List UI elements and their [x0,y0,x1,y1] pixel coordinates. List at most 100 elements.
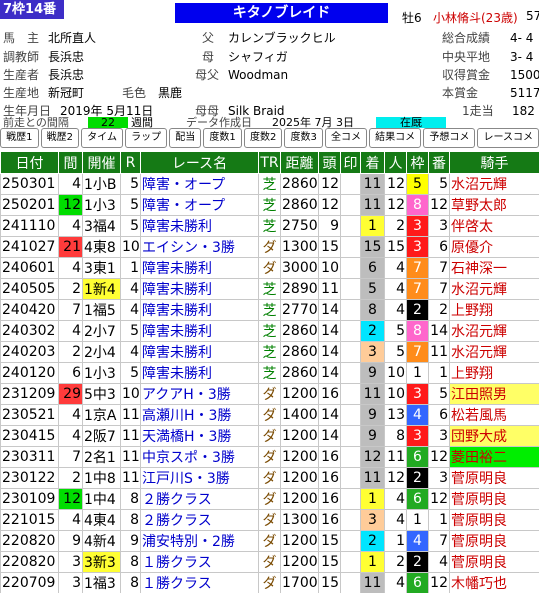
table-row[interactable]: 240505 2 1新4 4 障害未勝利芝 2890 11 5 4 7 7 水沼元輝 [0,278,539,300]
cell-jockey[interactable]: 菅原明良 [449,530,539,552]
col-header-0[interactable]: 日付 [0,151,59,174]
cell-jockey[interactable]: 伴啓太 [449,215,539,237]
coat-value: 黒鹿 [158,86,183,100]
mf-value[interactable]: Woodman [228,68,288,82]
tab-3[interactable]: ラップ [125,128,168,148]
cell-race-name[interactable]: 浦安特別・2勝 [140,530,259,552]
cell-race-name[interactable]: 高瀬川H・3勝 [140,404,259,426]
table-row[interactable]: 231209 29 5中3 10 アクアH・3勝ダ 1200 16 11 10 3 5 江田照男 [0,383,539,405]
col-header-3[interactable]: R [120,151,141,174]
tab-1[interactable]: 戦歴2 [40,128,80,148]
cell-jockey[interactable]: 原優介 [449,236,539,258]
cell-runners: 12 [318,173,341,195]
father-value[interactable]: カレンブラックヒル [228,31,336,45]
cell-race-name[interactable]: 障害未勝利 [140,320,259,342]
table-row[interactable]: 240120 6 1小3 5 障害未勝利芝 2860 14 9 10 1 1 上野翔 [0,362,539,384]
cell-jockey[interactable]: 水沼元輝 [449,320,539,342]
cell-race-name[interactable]: 障害未勝利 [140,278,259,300]
table-row[interactable]: 250201 12 1小3 5 障害・オープ芝 2860 12 11 12 8 12 草野太郎 [0,194,539,216]
tab-10[interactable]: 予想コメ [423,128,476,148]
cell-race-name[interactable]: 障害・オープ [140,194,259,216]
cell-race-name[interactable]: 天満橋H・3勝 [140,425,259,447]
col-header-6[interactable]: 距離 [280,151,319,174]
cell-race-name[interactable]: 障害未勝利 [140,362,259,384]
cell-race-name[interactable]: 中京スポ・3勝 [140,446,259,468]
table-row[interactable]: 220820 3 3新3 8 １勝クラスダ 1200 15 1 2 2 4 菅原明良 [0,551,539,573]
col-header-8[interactable]: 印 [340,151,361,174]
cell-jockey[interactable]: 水沼元輝 [449,341,539,363]
table-row[interactable]: 230415 4 2阪7 11 天満橋H・3勝ダ 1200 14 9 8 3 3 団野大成 [0,425,539,447]
table-row[interactable]: 241110 4 3福4 5 障害未勝利芝 2750 9 1 2 3 3 伴啓太 [0,215,539,237]
mother-value[interactable]: シャフィガ [228,50,288,64]
table-row[interactable]: 230521 4 1京A 11 高瀬川H・3勝ダ 1400 14 9 13 4 6 松若風馬 [0,404,539,426]
tab-11[interactable]: レースコメ [477,128,539,148]
cell-race-name[interactable]: 江戸川S・3勝 [140,467,259,489]
col-header-10[interactable]: 人 [384,151,407,174]
cell-race-name[interactable]: 障害未勝利 [140,215,259,237]
cell-race-name[interactable]: ２勝クラス [140,509,259,531]
col-header-1[interactable]: 間 [58,151,83,174]
tab-0[interactable]: 戦歴1 [0,128,39,148]
col-header-2[interactable]: 開催 [82,151,121,174]
tab-4[interactable]: 配当 [169,128,202,148]
cell-race-name[interactable]: 障害未勝利 [140,341,259,363]
table-row[interactable]: 230109 12 1中4 8 ２勝クラスダ 1200 16 1 4 6 12 菅原明良 [0,488,539,510]
tab-5[interactable]: 度数1 [203,128,242,148]
table-row[interactable]: 220709 3 1福3 8 １勝クラスダ 1700 15 11 4 6 12 木幡巧也 [0,572,539,593]
cell-race-name[interactable]: 障害未勝利 [140,299,259,321]
cell-jockey[interactable]: 石神深一 [449,257,539,279]
cell-jockey[interactable]: 菅原明良 [449,488,539,510]
cell-race-name[interactable]: １勝クラス [140,572,259,593]
col-header-7[interactable]: 頭 [318,151,341,174]
cell-race-no: 11 [120,467,141,489]
col-header-12[interactable]: 番 [428,151,450,174]
cell-jockey[interactable]: 草野太郎 [449,194,539,216]
cell-jockey[interactable]: 松若風馬 [449,404,539,426]
cell-race-name[interactable]: １勝クラス [140,551,259,573]
cell-jockey[interactable]: 菱田裕二 [449,446,539,468]
tab-9[interactable]: 結果コメ [369,128,422,148]
table-row[interactable]: 220820 9 4新4 9 浦安特別・2勝ダ 1200 15 2 1 4 7 菅原明良 [0,530,539,552]
tab-2[interactable]: タイム [81,128,124,148]
cell-jockey[interactable]: 水沼元輝 [449,173,539,195]
cell-jockey[interactable]: 菅原明良 [449,467,539,489]
cell-race-name[interactable]: エイシン・3勝 [140,236,259,258]
col-header-9[interactable]: 着 [360,151,385,174]
horse-name[interactable]: キタノブレイド [175,3,388,23]
table-row[interactable]: 240601 4 3東1 1 障害未勝利ダ 3000 10 6 4 7 7 石神深一 [0,257,539,279]
table-row[interactable]: 241027 21 4東8 10 エイシン・3勝ダ 1300 15 15 15 3 6 原優介 [0,236,539,258]
tab-6[interactable]: 度数2 [243,128,283,148]
col-header-11[interactable]: 枠 [406,151,429,174]
cell-jockey[interactable]: 木幡巧也 [449,572,539,593]
cell-jockey[interactable]: 上野翔 [449,362,539,384]
tab-8[interactable]: 全コメ [324,128,368,148]
table-row[interactable]: 240420 7 1福5 4 障害未勝利芝 2770 14 8 4 2 2 上野翔 [0,299,539,321]
per-label: 1走当 [462,104,494,118]
cell-race-name[interactable]: 障害未勝利 [140,257,259,279]
col-header-4[interactable]: レース名 [140,151,259,174]
cell-popularity: 1 [384,530,407,552]
waku-badge: 7枠14番 [0,0,64,19]
tab-7[interactable]: 度数3 [284,128,323,148]
cell-race-name[interactable]: ２勝クラス [140,488,259,510]
table-row[interactable]: 230122 2 1中8 11 江戸川S・3勝ダ 1200 16 11 12 2 3 菅原明良 [0,467,539,489]
cell-jockey[interactable]: 上野翔 [449,299,539,321]
col-header-5[interactable]: TR [258,151,281,174]
table-row[interactable]: 221015 4 4東4 8 ２勝クラスダ 1300 16 3 4 1 1 菅原明良 [0,509,539,531]
table-row[interactable]: 240203 2 2小4 4 障害未勝利芝 2860 14 3 5 7 11 水沼元輝 [0,341,539,363]
table-row[interactable]: 250301 4 1小B 5 障害・オープ芝 2860 12 11 12 5 5 水沼元輝 [0,173,539,195]
cell-race-name[interactable]: アクアH・3勝 [140,383,259,405]
cell-waku: 7 [406,278,429,300]
table-row[interactable]: 230311 7 2名1 11 中京スポ・3勝ダ 1200 16 12 11 6 12 菱田裕二 [0,446,539,468]
cell-distance: 2860 [280,194,319,216]
cell-jockey[interactable]: 水沼元輝 [449,278,539,300]
cell-jockey[interactable]: 江田照男 [449,383,539,405]
cell-jockey[interactable]: 団野大成 [449,425,539,447]
table-row[interactable]: 240302 4 2小7 5 障害未勝利芝 2860 14 2 5 8 14 水沼元輝 [0,320,539,342]
jockey-name[interactable]: 小林脩斗(23歳) [433,9,518,26]
cell-race-name[interactable]: 障害・オープ [140,173,259,195]
cell-jockey[interactable]: 菅原明良 [449,551,539,573]
cell-venue: 1中4 [82,488,121,510]
cell-jockey[interactable]: 菅原明良 [449,509,539,531]
col-header-13[interactable]: 騎手 [449,151,539,174]
